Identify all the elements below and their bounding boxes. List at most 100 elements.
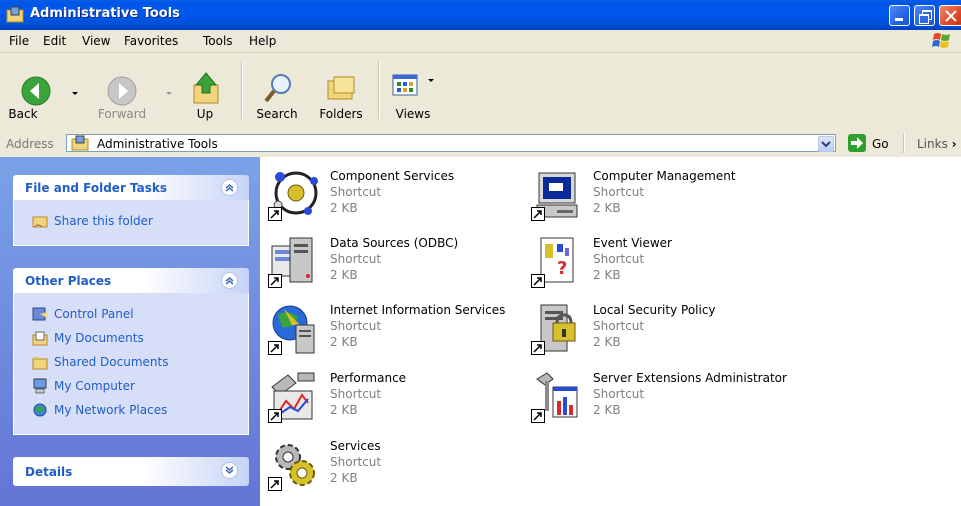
file-item-event-viewer[interactable]: ? Event Viewer Shortcut 2 KB xyxy=(523,236,783,298)
title-bar: Administrative Tools xyxy=(0,0,961,30)
file-name: Computer Management xyxy=(593,169,736,183)
file-size: 2 KB xyxy=(330,335,358,349)
place-shared-documents[interactable]: Shared Documents xyxy=(32,355,168,370)
shared-documents-icon xyxy=(32,357,48,370)
close-button[interactable] xyxy=(939,5,961,26)
links-button[interactable]: Links › xyxy=(917,137,957,151)
views-button[interactable]: Views xyxy=(386,57,440,123)
file-type: Shortcut xyxy=(330,319,382,333)
chevron-right-icon: › xyxy=(951,137,957,151)
window-title: Administrative Tools xyxy=(30,6,180,21)
menu-help[interactable]: Help xyxy=(249,34,276,48)
shortcut-arrow-icon xyxy=(268,409,282,423)
task-share-folder[interactable]: Share this folder xyxy=(32,214,153,228)
forward-arrow-icon xyxy=(107,76,137,106)
file-name: Performance xyxy=(330,371,407,385)
file-size: 2 KB xyxy=(593,403,621,417)
file-type: Shortcut xyxy=(330,387,382,401)
other-places-header[interactable]: Other Places xyxy=(13,268,249,293)
shortcut-arrow-icon xyxy=(531,207,545,221)
up-folder-icon xyxy=(193,72,219,104)
place-my-documents[interactable]: My Documents xyxy=(32,331,144,346)
file-type: Shortcut xyxy=(593,387,645,401)
forward-dropdown-icon[interactable] xyxy=(166,92,172,95)
go-button[interactable] xyxy=(848,134,866,152)
place-label: My Documents xyxy=(54,331,144,345)
back-button[interactable]: Back xyxy=(8,57,78,123)
file-item-performance[interactable]: Performance Shortcut 2 KB xyxy=(260,371,520,433)
file-name: Data Sources (ODBC) xyxy=(330,236,459,250)
search-label: Search xyxy=(256,107,298,121)
search-button[interactable]: Search xyxy=(250,57,304,123)
svg-text:?: ? xyxy=(557,258,567,279)
file-size: 2 KB xyxy=(593,201,621,215)
file-item-iis[interactable]: Internet Information Services Shortcut 2… xyxy=(260,303,520,365)
minimize-button[interactable] xyxy=(889,5,910,26)
file-item-component-services[interactable]: Component Services Shortcut 2 KB xyxy=(260,169,520,231)
my-documents-icon xyxy=(32,331,48,346)
shortcut-arrow-icon xyxy=(531,409,545,423)
file-item-local-security-policy[interactable]: Local Security Policy Shortcut 2 KB xyxy=(523,303,783,365)
menu-edit[interactable]: Edit xyxy=(43,34,66,48)
panel-title: Details xyxy=(25,465,73,479)
admin-tools-folder-icon xyxy=(6,6,24,23)
go-label[interactable]: Go xyxy=(872,137,889,151)
file-item-services[interactable]: Services Shortcut 2 KB xyxy=(260,439,520,501)
shortcut-arrow-icon xyxy=(531,274,545,288)
shortcut-arrow-icon xyxy=(268,477,282,491)
place-control-panel[interactable]: Control Panel xyxy=(32,307,134,321)
address-input[interactable]: Administrative Tools xyxy=(66,134,836,152)
expand-chevron-icon[interactable] xyxy=(221,462,238,479)
views-label: Views xyxy=(395,107,431,121)
back-arrow-icon xyxy=(21,76,51,106)
address-bar: Address Administrative Tools xyxy=(0,131,961,158)
toolbar-separator xyxy=(378,61,380,119)
admin-tools-folder-icon xyxy=(71,135,89,151)
file-name: Event Viewer xyxy=(593,236,672,250)
views-dropdown-icon[interactable] xyxy=(428,79,434,82)
back-dropdown-icon[interactable] xyxy=(72,92,78,95)
menu-bar: File Edit View Favorites Tools Help xyxy=(0,30,961,53)
forward-button[interactable]: Forward xyxy=(80,57,172,123)
share-folder-icon xyxy=(32,216,48,228)
details-header[interactable]: Details xyxy=(13,457,249,486)
folders-icon xyxy=(327,76,355,100)
up-button[interactable]: Up xyxy=(180,57,230,123)
collapse-chevron-icon[interactable] xyxy=(221,272,238,289)
back-label: Back xyxy=(8,107,38,121)
menu-file[interactable]: File xyxy=(9,34,29,48)
place-my-computer[interactable]: My Computer xyxy=(33,378,135,394)
file-name: Local Security Policy xyxy=(593,303,716,317)
address-label: Address xyxy=(6,137,54,151)
file-name: Server Extensions Administrator xyxy=(593,371,787,385)
place-my-network-places[interactable]: My Network Places xyxy=(33,403,167,417)
folders-button[interactable]: Folders xyxy=(312,57,370,123)
task-pane: File and Folder Tasks Share this folder … xyxy=(0,157,260,506)
file-item-data-sources[interactable]: Data Sources (ODBC) Shortcut 2 KB xyxy=(260,236,520,298)
file-list-view: Component Services Shortcut 2 KB Compute… xyxy=(260,157,961,506)
address-dropdown-button[interactable] xyxy=(818,136,834,152)
file-folder-tasks-header[interactable]: File and Folder Tasks xyxy=(13,175,249,200)
links-label: Links xyxy=(917,137,948,151)
file-size: 2 KB xyxy=(330,471,358,485)
file-type: Shortcut xyxy=(593,185,645,199)
file-type: Shortcut xyxy=(330,455,382,469)
shortcut-arrow-icon xyxy=(268,207,282,221)
other-places-body: Control Panel My Documents Shared Docume… xyxy=(13,293,249,435)
menu-favorites[interactable]: Favorites xyxy=(124,34,178,48)
menu-view[interactable]: View xyxy=(82,34,110,48)
file-item-computer-management[interactable]: Computer Management Shortcut 2 KB xyxy=(523,169,783,231)
file-type: Shortcut xyxy=(593,319,645,333)
menu-tools[interactable]: Tools xyxy=(203,34,233,48)
restore-button[interactable] xyxy=(914,5,935,26)
file-item-server-extensions[interactable]: Server Extensions Administrator Shortcut… xyxy=(523,371,787,433)
shortcut-arrow-icon xyxy=(268,341,282,355)
search-icon xyxy=(264,74,291,103)
file-size: 2 KB xyxy=(330,201,358,215)
toolbar-separator xyxy=(241,61,243,119)
collapse-chevron-icon[interactable] xyxy=(221,179,238,196)
file-type: Shortcut xyxy=(330,185,382,199)
network-places-icon xyxy=(33,403,47,417)
place-label: Control Panel xyxy=(54,307,134,321)
forward-label: Forward xyxy=(97,107,147,121)
